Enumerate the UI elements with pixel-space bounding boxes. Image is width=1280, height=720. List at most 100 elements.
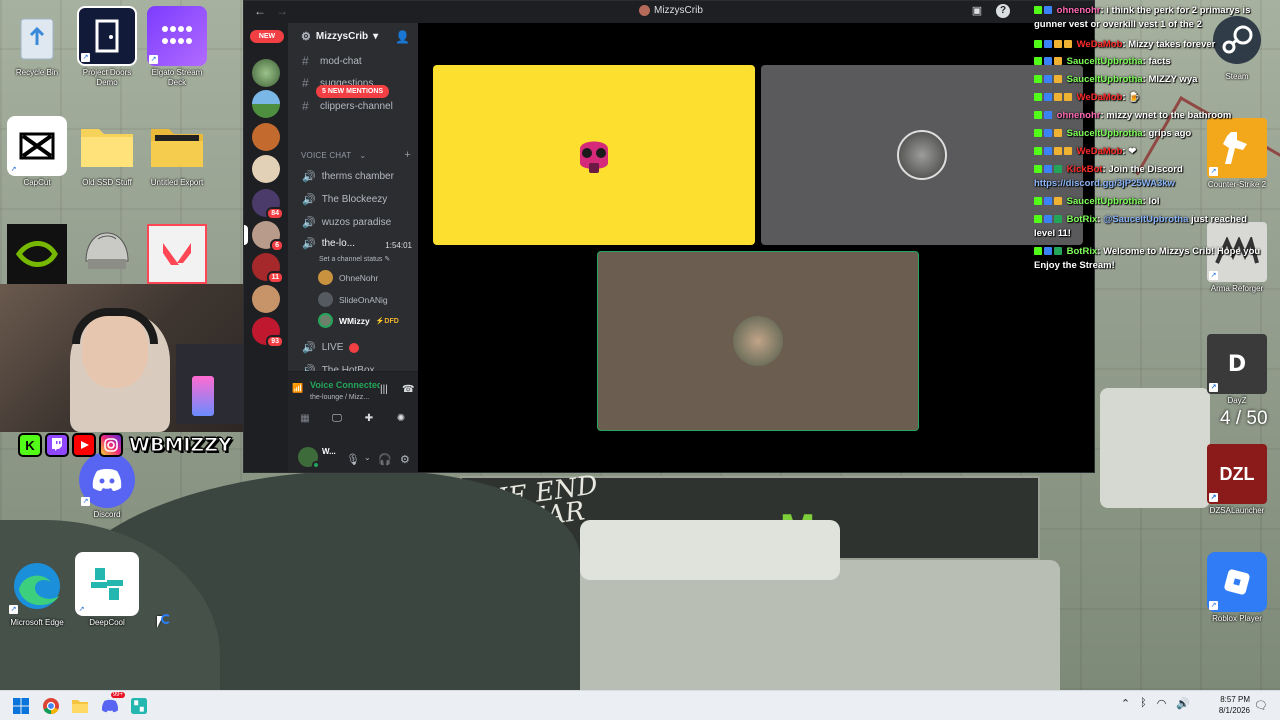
voice-member[interactable]: OhneNohr (318, 270, 378, 285)
chat-username: BotRix (1066, 214, 1098, 225)
start-button[interactable] (10, 695, 32, 717)
desktop-icon-label: Roblox Player (1212, 614, 1262, 623)
channel-mod-chat[interactable]: # mod-chat (302, 54, 362, 68)
avatar (897, 130, 947, 180)
voice-channel-live[interactable]: 🔊 LIVE (302, 341, 360, 354)
show-hidden-icons-chevron-icon[interactable]: ⌃ (1121, 697, 1130, 710)
taskbar-clock[interactable]: 8:57 PM 8/1/2026 (1219, 694, 1250, 716)
live-dot-icon (349, 342, 360, 353)
chevron-down-icon[interactable]: ⌄ (364, 453, 371, 462)
chat-message: BotRix: @SauceItUpbrotha just reached le… (1034, 213, 1247, 239)
desktop-icon-old-ssd[interactable]: Old SSD Stuff (72, 116, 142, 188)
activities-icon[interactable]: ✚ (355, 410, 383, 428)
speaker-icon: 🔊 (302, 194, 316, 206)
chat-message: ohnenohr: mizzy wnet to the bathroom (1034, 109, 1262, 123)
desktop-icon-nvidia[interactable] (2, 224, 72, 284)
desktop-icon-dzsa[interactable]: DZL ↗ DZSALauncher (1202, 444, 1272, 516)
voice-timer: 1:54:01 (385, 241, 412, 250)
active-server-indicator (244, 225, 248, 245)
desktop-icon-untitled-export[interactable]: Untitled Export (142, 116, 212, 188)
chat-text: Mizzy takes forever (1128, 39, 1216, 50)
desktop-icon-dayz[interactable]: D ↗ DayZ (1202, 334, 1272, 406)
server-icon[interactable] (252, 285, 280, 313)
desktop-icon-roblox[interactable]: ↗ Roblox Player (1202, 552, 1272, 624)
wifi-icon[interactable]: ◠ (1157, 697, 1167, 710)
taskbar-deepcool[interactable] (128, 695, 150, 717)
voice-connected-subtitle[interactable]: the-lounge / Mizz... (310, 394, 369, 401)
voice-channel[interactable]: 🔊 therms chamber (302, 170, 394, 183)
microphone-icon[interactable]: 🎙 (346, 453, 360, 466)
voice-channel-active[interactable]: 🔊 the-lo... 1:54:01 (302, 237, 418, 250)
desktop-icon-pubg[interactable] (72, 224, 142, 284)
desktop-icon-elgato[interactable]: ↗ Elgato Stream Deck (142, 6, 212, 88)
server-icon[interactable] (252, 59, 280, 87)
desktop-icon-project-doors[interactable]: ↗ Project Doors Demo (72, 6, 142, 88)
chat-badges (1034, 109, 1054, 123)
new-mentions-banner[interactable]: 5 NEW MENTIONS (316, 85, 390, 98)
chat-link[interactable]: https://discord.gg/3jP25WA3kw (1034, 178, 1175, 189)
camera-off-icon[interactable]: ▦ (291, 410, 319, 428)
volume-icon[interactable]: 🔊 (1176, 697, 1190, 710)
server-icon[interactable]: 93 (252, 317, 284, 348)
desktop-icon-edge[interactable]: ↗ Microsoft Edge (2, 556, 72, 628)
server-icon-active[interactable]: 6 (244, 221, 284, 252)
taskbar-chrome[interactable] (40, 695, 62, 717)
server-icon[interactable] (252, 90, 280, 118)
server-icon[interactable] (252, 155, 280, 183)
voice-member-self[interactable]: WMizzy ⚡DFD (318, 313, 399, 328)
new-unread-pill[interactable]: NEW (250, 30, 284, 43)
channel-status[interactable]: Set a channel status ✎ (319, 255, 390, 263)
avatar (733, 316, 783, 366)
desktop-icon-recycle-bin[interactable]: Recycle Bin (2, 6, 72, 78)
desktop-icon-capcut[interactable]: ↗ CapCut (2, 116, 72, 188)
server-icon[interactable] (252, 123, 280, 151)
voice-channel[interactable]: 🔊 The Blockeezy (302, 193, 387, 206)
chat-username: ohnenohr (1056, 110, 1101, 121)
speaker-icon: 🔊 (302, 342, 316, 354)
chat-message: WeDaMob: Mizzy takes forever (1034, 38, 1262, 52)
back-arrow-icon[interactable]: ← (254, 4, 266, 18)
noise-suppression-icon[interactable]: ||| (380, 384, 388, 395)
member-tag-text: DFD (384, 317, 399, 325)
inbox-icon[interactable]: ▣ (970, 4, 984, 18)
participant-tile[interactable] (433, 65, 755, 245)
desktop-icon-valorant[interactable] (142, 224, 212, 284)
chat-text: grips ago (1148, 128, 1192, 139)
chat-mention[interactable]: @SauceItUpbrotha (1103, 214, 1188, 225)
shortcut-arrow-icon: ↗ (1209, 383, 1218, 392)
notifications-icon[interactable]: 🗨 (1254, 699, 1268, 712)
channel-clippers[interactable]: # clippers-channel (302, 99, 393, 113)
help-icon[interactable]: ? (996, 4, 1010, 18)
desktop-icon-deepcool[interactable]: ↗ DeepCool (72, 552, 142, 628)
server-header[interactable]: ⚙ MizzysCrib ▾ (301, 30, 378, 43)
chat-badges (1034, 213, 1064, 227)
server-icon[interactable]: 84 (252, 189, 284, 220)
chevron-down-icon: ▾ (373, 31, 379, 42)
chat-message: KickBot: Join the Discord https://discor… (1034, 164, 1183, 189)
create-channel-icon[interactable]: + (404, 149, 411, 161)
taskbar-file-explorer[interactable] (69, 695, 91, 717)
headphones-icon[interactable]: 🎧 (378, 453, 392, 466)
shortcut-arrow-icon: ↗ (149, 55, 158, 64)
invite-user-icon[interactable]: 👤 (395, 30, 410, 44)
voice-channel[interactable]: 🔊 wuzos paradise (302, 216, 391, 229)
server-icon[interactable]: 11 (252, 253, 284, 284)
shortcut-arrow-icon: ↗ (9, 605, 18, 614)
voice-member[interactable]: SlideOnANig (318, 292, 388, 307)
desktop-icon-discord[interactable]: ↗ Discord (72, 452, 142, 520)
user-settings-icon[interactable]: ⚙ (400, 453, 410, 466)
participant-tile-speaking[interactable] (597, 251, 919, 431)
soundboard-icon[interactable]: ✺ (387, 410, 415, 428)
recycle-bin-icon (7, 6, 67, 66)
desktop-icon-label: Project Doors Demo (82, 68, 132, 87)
chrome-icon (43, 698, 59, 715)
category-voice-chat[interactable]: VOICE CHAT ⌄ + (301, 149, 411, 161)
user-name[interactable]: W... (322, 447, 336, 456)
bluetooth-icon[interactable]: ᛒ (1140, 697, 1147, 710)
forward-arrow-icon[interactable]: → (276, 4, 288, 18)
taskbar-discord[interactable]: 99+ (99, 692, 125, 717)
voice-connected-title[interactable]: Voice Connected (310, 380, 380, 390)
channel-label: mod-chat (320, 55, 362, 67)
screen-share-icon[interactable]: 🖵 (323, 410, 351, 428)
disconnect-icon[interactable]: ☎ (402, 384, 414, 395)
